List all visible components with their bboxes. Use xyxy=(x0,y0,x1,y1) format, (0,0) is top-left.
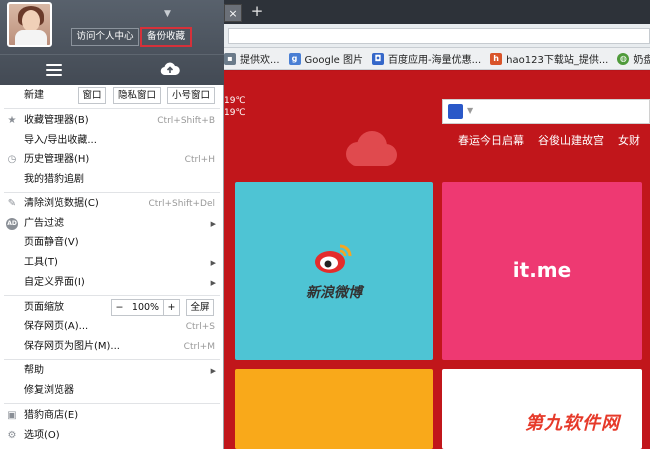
new-tab-button[interactable]: + xyxy=(248,2,266,20)
address-input[interactable] xyxy=(228,28,650,44)
backup-favorites-button[interactable]: 备份收藏 xyxy=(140,27,192,47)
broom-icon: ✎ xyxy=(7,198,17,209)
menu-item-clear-data[interactable]: ✎ 清除浏览数据(C) Ctrl+Shift+Del xyxy=(0,194,224,214)
store-icon: ▣ xyxy=(7,410,17,421)
menu-divider xyxy=(4,192,220,193)
zoom-level: 100% xyxy=(127,299,164,316)
ad-block-icon: AD xyxy=(6,218,18,230)
new-window-button[interactable]: 窗口 xyxy=(78,87,106,104)
menu-item-my-tracks[interactable]: 我的猎豹追剧 xyxy=(0,170,224,190)
weather-temp: 19℃ xyxy=(224,108,246,118)
weather-temp: 19℃ xyxy=(224,96,246,106)
bookmark-item[interactable]: g Google 图片 xyxy=(288,51,363,66)
private-window-button[interactable]: 隐私窗口 xyxy=(113,87,161,104)
tile-itme-label: it.me xyxy=(512,258,572,282)
submenu-arrow-icon: ▶ xyxy=(210,220,216,228)
submenu-arrow-icon: ▶ xyxy=(210,259,216,267)
menu-item-help[interactable]: 帮助 ▶ xyxy=(0,361,224,381)
avatar-body xyxy=(15,30,47,45)
menu-item-options[interactable]: ⚙ 选项(O) xyxy=(0,426,224,446)
bookmark-item[interactable]: ▪ 提供欢... xyxy=(224,51,280,66)
menu-divider xyxy=(4,359,220,360)
menu-item-mute-page[interactable]: 页面静音(V) xyxy=(0,233,224,253)
avatar[interactable] xyxy=(7,2,52,47)
submenu-arrow-icon: ▶ xyxy=(210,279,216,287)
menu-item-customize[interactable]: 自定义界面(I) ▶ xyxy=(0,273,224,293)
chevron-down-icon[interactable]: ▼ xyxy=(164,9,171,19)
tab-close-button[interactable]: × xyxy=(224,4,242,22)
menu-row-zoom: 页面缩放 − 100% + 全屏 xyxy=(0,298,224,318)
fullscreen-button[interactable]: 全屏 xyxy=(186,299,214,316)
menu-item-label: 新建 xyxy=(24,90,44,101)
zoom-out-button[interactable]: − xyxy=(111,299,128,316)
baidu-app-icon: ◘ xyxy=(372,52,384,65)
menu-item-history-manager[interactable]: ◷ 历史管理器(H) Ctrl+H xyxy=(0,150,224,170)
hot-link[interactable]: 春运今日启幕 xyxy=(458,132,524,148)
menu-item-tools[interactable]: 工具(T) ▶ xyxy=(0,253,224,273)
bookmark-item[interactable]: ◘ 百度应用-海量优惠... xyxy=(372,51,481,66)
cloud-icon xyxy=(346,131,397,166)
menu-icon[interactable] xyxy=(46,64,62,76)
small-window-button[interactable]: 小号窗口 xyxy=(167,87,215,104)
star-icon: ★ xyxy=(7,115,17,126)
hao123-icon: h xyxy=(490,52,503,65)
watermark-url: WWW.D9SOFT.COM xyxy=(534,435,611,445)
menu-item-ad-filter[interactable]: AD 广告过滤 ▶ xyxy=(0,214,224,234)
menu-item-repair[interactable]: 修复浏览器 xyxy=(0,381,224,401)
search-input[interactable] xyxy=(442,99,650,124)
baidu-paw-icon[interactable] xyxy=(448,104,463,119)
gear-icon: ⚙ xyxy=(7,430,17,441)
hot-news-links: 春运今日启幕 谷俊山建故宫 女财 xyxy=(458,132,650,148)
watermark: 第九软件网 WWW.D9SOFT.COM xyxy=(500,409,645,445)
page-icon: ▪ xyxy=(224,52,236,65)
menu-divider xyxy=(4,108,220,109)
clock-icon: ◷ xyxy=(7,154,17,165)
menu-item-save-page[interactable]: 保存网页(A)... Ctrl+S xyxy=(0,317,224,337)
tile-weibo-label: 新浪微博 xyxy=(306,285,362,301)
chevron-down-icon[interactable]: ▼ xyxy=(467,106,473,115)
menu-divider xyxy=(4,403,220,404)
menu-item-import-export[interactable]: 导入/导出收藏... xyxy=(0,131,224,151)
google-icon: g xyxy=(288,52,301,65)
visit-profile-button[interactable]: 访问个人中心 xyxy=(71,28,139,46)
menu-row-new: 新建 窗口 隐私窗口 小号窗口 xyxy=(0,86,224,106)
tile-orange[interactable] xyxy=(235,369,433,449)
weather-widget[interactable]: 19℃ 19℃ xyxy=(224,95,246,119)
avatar-face xyxy=(22,10,40,32)
bookmarks-bar: ▪ 提供欢... g Google 图片 ◘ 百度应用-海量优惠... h ha… xyxy=(224,48,650,70)
menu-item-save-image[interactable]: 保存网页为图片(M)... Ctrl+M xyxy=(0,337,224,357)
cloud-upload-icon[interactable] xyxy=(160,61,180,77)
bookmark-item[interactable]: h hao123下载站_提供... xyxy=(490,51,608,66)
watermark-title: 第九软件网 xyxy=(525,413,620,434)
submenu-arrow-icon: ▶ xyxy=(210,367,216,375)
header-divider xyxy=(0,54,224,55)
zoom-in-button[interactable]: + xyxy=(163,299,180,316)
hot-link[interactable]: 女财 xyxy=(618,132,640,148)
hot-link[interactable]: 谷俊山建故宫 xyxy=(538,132,604,148)
menu-item-store[interactable]: ▣ 猎豹商店(E) xyxy=(0,406,224,426)
globe-icon: ◍ xyxy=(617,52,630,65)
menu-item-favorites-manager[interactable]: ★ 收藏管理器(B) Ctrl+Shift+B xyxy=(0,111,224,131)
menu-divider xyxy=(4,295,220,296)
weibo-logo-icon xyxy=(315,244,352,273)
bookmark-item[interactable]: ◍ 奶盘... xyxy=(617,51,650,66)
